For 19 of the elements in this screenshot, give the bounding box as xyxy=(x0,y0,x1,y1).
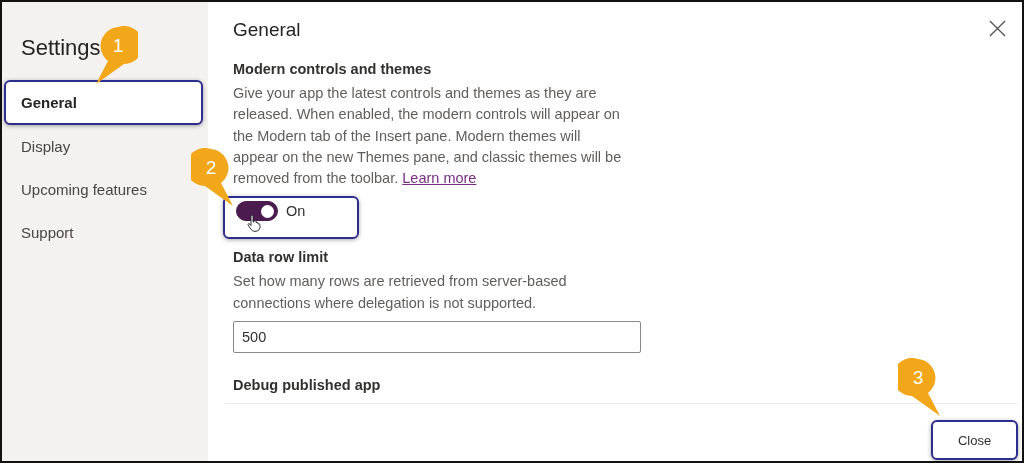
section-description: Give your app the latest controls and themes as they are released. When enabled, the modern controls will appear on the Modern tab of the Insert pane. Modern themes will appear on the new Themes pane, and classic themes will be removed from the toolbar. Learn more xyxy=(233,84,623,189)
section-heading: Debug published app xyxy=(233,376,381,395)
toggle-switch[interactable] xyxy=(236,201,278,222)
page-title: General xyxy=(233,18,301,42)
callout-badge: 3 xyxy=(898,358,942,418)
sidebar-item[interactable]: General xyxy=(4,80,203,125)
section-description: Set how many rows are retrieved from server-based connections where delegation is not supported. xyxy=(233,272,568,313)
toggle-label: On xyxy=(286,202,306,222)
section-heading: Data row limit xyxy=(233,248,329,267)
sidebar-item[interactable]: Support xyxy=(2,211,86,254)
number-field[interactable]: 500 xyxy=(233,321,641,354)
sidebar-title: Settings xyxy=(21,35,101,61)
learn-more-link[interactable]: Learn more xyxy=(402,170,477,187)
hand-cursor-icon xyxy=(247,214,261,233)
close-icon[interactable] xyxy=(989,20,1006,37)
close-button[interactable]: Close xyxy=(931,420,1018,460)
sidebar-item[interactable]: Upcoming features xyxy=(2,168,159,211)
sidebar-item[interactable]: Display xyxy=(2,125,83,168)
section-heading: Modern controls and themes xyxy=(233,60,432,78)
